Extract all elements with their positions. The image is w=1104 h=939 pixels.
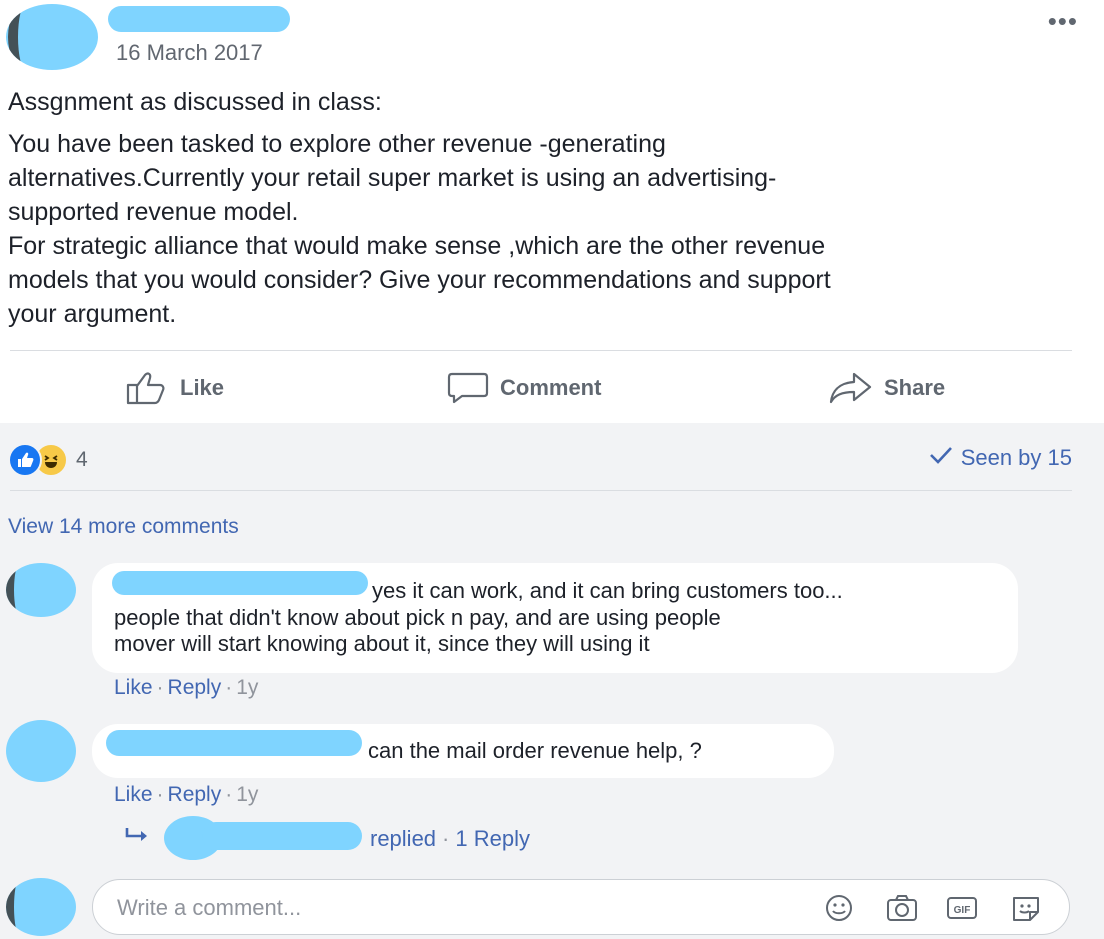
post-options-button[interactable]: ••• xyxy=(1048,6,1078,37)
svg-text:GIF: GIF xyxy=(954,905,971,916)
meta-separator: · xyxy=(225,783,233,806)
view-more-comments-link[interactable]: View 14 more comments xyxy=(8,515,239,539)
meta-separator: · xyxy=(156,676,164,699)
post-date[interactable]: 16 March 2017 xyxy=(116,40,263,66)
seen-by-label: Seen by 15 xyxy=(960,445,1072,470)
comments-divider xyxy=(10,490,1072,491)
like-reaction-icon xyxy=(8,443,42,477)
comment-text-line: can the mail order revenue help, ? xyxy=(368,738,702,763)
commenter-avatar[interactable] xyxy=(6,563,76,617)
author-avatar[interactable] xyxy=(6,4,98,70)
share-arrow-icon xyxy=(828,371,874,405)
comment-label: Comment xyxy=(500,375,602,400)
comment-button[interactable]: Comment xyxy=(446,368,601,408)
post-heading: Assgnment as discussed in class: xyxy=(8,88,382,116)
post-body-line: models that you would consider? Give you… xyxy=(8,266,831,294)
post-body-line: your argument. xyxy=(8,300,177,328)
comment-bubble: yes it can work, and it can bring custom… xyxy=(92,563,1018,673)
post-body-line: supported revenue model. xyxy=(8,198,299,226)
reaction-count: 4 xyxy=(76,448,88,471)
comment-time[interactable]: 1y xyxy=(236,676,258,699)
view-replies-link[interactable]: replied · 1 Reply xyxy=(124,816,530,860)
comment-text-line: people that didn't know about pick n pay… xyxy=(114,605,721,630)
author-name-redacted[interactable] xyxy=(108,6,290,32)
like-button[interactable]: Like xyxy=(126,368,224,408)
sticker-icon[interactable] xyxy=(1009,892,1041,924)
comment-text-line: mover will start knowing about it, since… xyxy=(114,631,650,656)
speech-bubble-icon xyxy=(446,371,490,405)
comment-reply-link[interactable]: Reply xyxy=(168,783,222,806)
comment-meta: Like · Reply · 1y xyxy=(114,783,258,807)
replier-name-redacted xyxy=(202,822,362,850)
commenter-name-redacted[interactable] xyxy=(112,571,368,595)
checkmark-icon xyxy=(929,445,953,471)
post-body-line: For strategic alliance that would make s… xyxy=(8,232,826,260)
action-divider xyxy=(10,350,1072,351)
comment-composer: GIF xyxy=(92,879,1070,935)
post-card: 16 March 2017 ••• Assgnment as discussed… xyxy=(0,0,1104,423)
emoji-icon[interactable] xyxy=(823,892,855,924)
comment-meta: Like · Reply · 1y xyxy=(114,676,258,700)
like-label: Like xyxy=(180,375,225,400)
share-label: Share xyxy=(884,375,946,400)
comment-text-line: yes it can work, and it can bring custom… xyxy=(372,578,843,603)
meta-separator: · xyxy=(225,676,233,699)
comment-like-link[interactable]: Like xyxy=(114,676,153,699)
reactions-summary[interactable]: 4 xyxy=(8,443,88,477)
commenter-name-redacted[interactable] xyxy=(106,730,362,756)
replied-label: replied xyxy=(370,826,437,851)
thumbs-up-icon xyxy=(126,371,170,405)
reply-arrow-icon xyxy=(124,826,152,852)
comment-time[interactable]: 1y xyxy=(236,783,258,806)
post-body-line: alternatives.Currently your retail super… xyxy=(8,164,777,192)
share-button[interactable]: Share xyxy=(828,368,945,408)
post-body-line: You have been tasked to explore other re… xyxy=(8,130,666,158)
comment-like-link[interactable]: Like xyxy=(114,783,153,806)
meta-separator: · xyxy=(442,826,450,851)
meta-separator: · xyxy=(156,783,164,806)
reply-count: 1 Reply xyxy=(455,826,530,851)
seen-by[interactable]: Seen by 15 xyxy=(929,445,1072,471)
commenter-avatar[interactable] xyxy=(6,720,76,782)
comment-input[interactable] xyxy=(115,890,759,926)
current-user-avatar xyxy=(6,878,76,936)
comment-reply-link[interactable]: Reply xyxy=(168,676,222,699)
gif-icon[interactable]: GIF xyxy=(945,892,977,924)
camera-icon[interactable] xyxy=(885,892,917,924)
comment-bubble: can the mail order revenue help, ? xyxy=(92,724,834,778)
